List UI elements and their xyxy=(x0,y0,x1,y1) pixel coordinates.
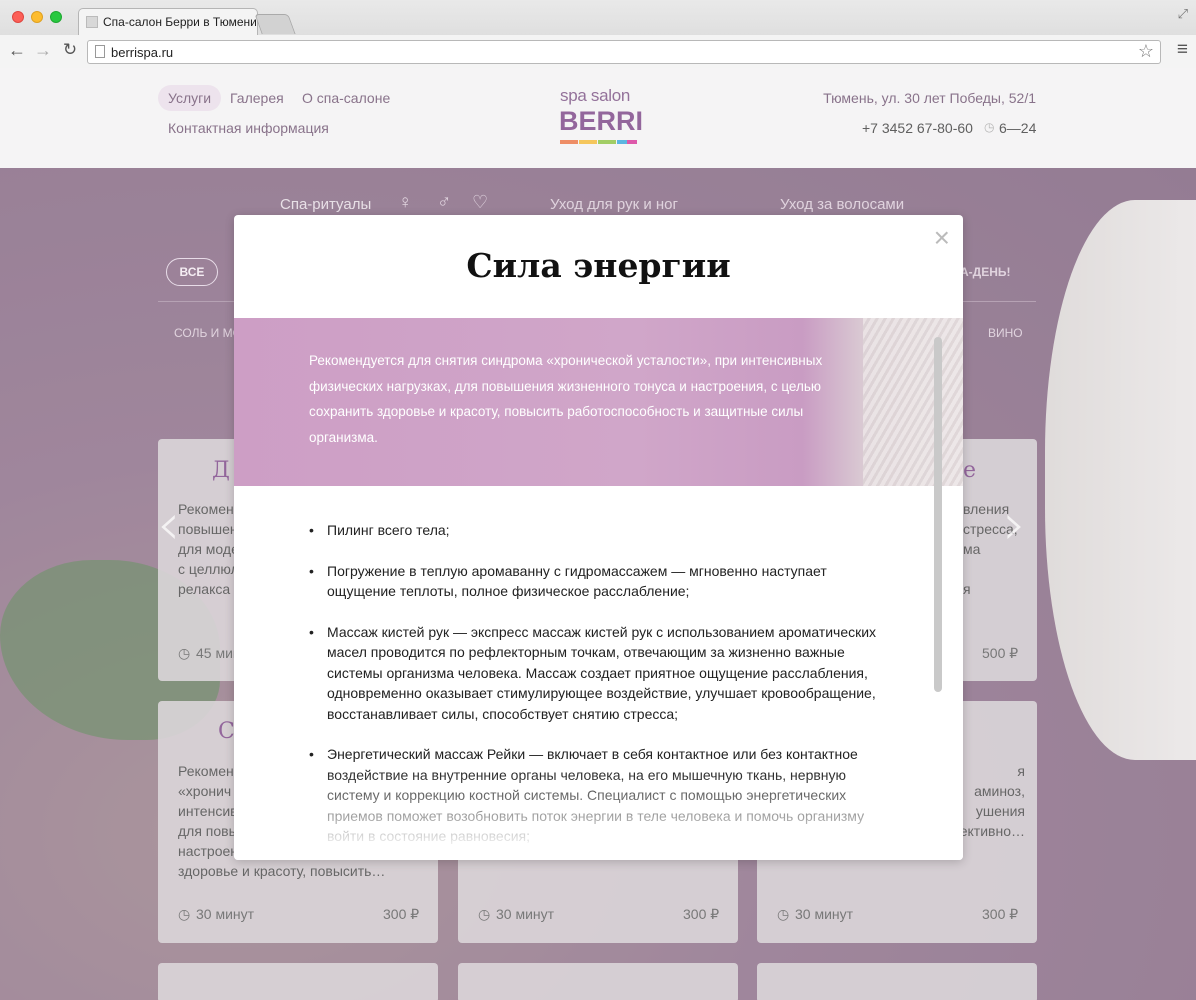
list-item: Пилинг всего тела; xyxy=(309,520,889,541)
fullscreen-icon[interactable]: ⤢ xyxy=(1178,6,1188,22)
address-bar[interactable]: berrispa.ru ☆ xyxy=(87,40,1161,64)
modal-intro: Рекомендуется для снятия синдрома «хрони… xyxy=(309,353,823,445)
minimize-window-button[interactable] xyxy=(31,11,43,23)
url-text: berrispa.ru xyxy=(111,45,174,60)
close-window-button[interactable] xyxy=(12,11,24,23)
new-tab-button[interactable] xyxy=(254,14,296,34)
browser-chrome: Спа-салон Берри в Тюмени ⤢ ← → ↻ berrisp… xyxy=(0,0,1196,68)
tab-title: Спа-салон Берри в Тюмени xyxy=(103,15,257,29)
modal-scrollbar[interactable] xyxy=(934,337,942,692)
banner-image xyxy=(863,318,963,486)
modal-title: Сила энергии xyxy=(466,246,731,285)
service-modal: × Сила энергии Рекомендуется для снятия … xyxy=(234,215,963,860)
list-item: Погружение в теплую аромаванну с гидрома… xyxy=(309,561,889,602)
reload-icon[interactable]: ↻ xyxy=(60,39,80,61)
back-arrow-icon[interactable]: ← xyxy=(7,39,27,61)
modal-banner: Рекомендуется для снятия синдрома «хрони… xyxy=(234,318,963,486)
forward-arrow-icon[interactable]: → xyxy=(33,39,53,61)
content-fade xyxy=(234,770,963,860)
favicon-icon xyxy=(86,16,98,28)
list-item: Массаж кистей рук — экспресс массаж кист… xyxy=(309,622,889,725)
zoom-window-button[interactable] xyxy=(50,11,62,23)
browser-tab[interactable]: Спа-салон Берри в Тюмени xyxy=(78,8,258,35)
browser-menu-icon[interactable]: ≡ xyxy=(1177,39,1188,61)
page-icon xyxy=(95,45,105,58)
browser-toolbar: ← → ↻ berrispa.ru ☆ ≡ xyxy=(0,35,1196,68)
bookmark-star-icon[interactable]: ☆ xyxy=(1138,41,1154,62)
